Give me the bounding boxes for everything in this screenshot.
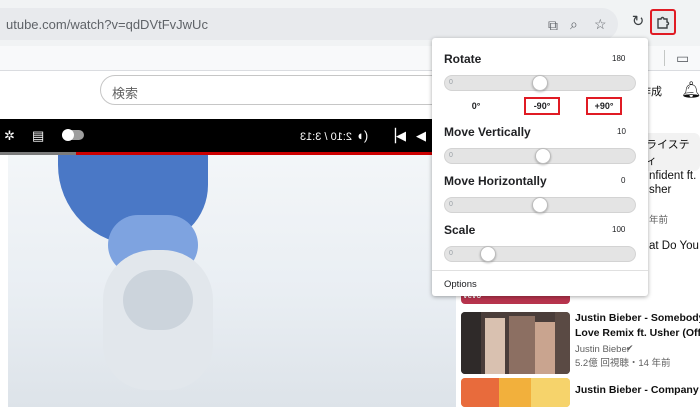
rotate-0-button[interactable]: 0°	[466, 99, 486, 113]
url-text[interactable]: utube.com/watch?v=qdDVtFvJwUc	[6, 17, 208, 32]
thumb-pixel	[461, 378, 499, 407]
rotate-min: 0	[449, 79, 453, 86]
thumb-pixel	[461, 312, 481, 374]
time-display: 2:10 / 3:13	[300, 131, 352, 143]
star-icon[interactable]: ☆	[594, 16, 607, 32]
thumb-pixel	[555, 312, 570, 374]
move-horizontally-slider[interactable]: 0	[444, 197, 636, 213]
move-vertically-slider[interactable]: 0	[444, 148, 636, 164]
play-icon[interactable]: ◀	[416, 128, 426, 144]
move-vertically-label: Move Vertically	[444, 125, 531, 139]
toggle-knob	[62, 129, 74, 141]
move-horizontally-slider-thumb[interactable]	[532, 197, 548, 213]
sidebar-title-2[interactable]: at Do You	[649, 240, 699, 252]
scale-min: 0	[449, 250, 453, 257]
move-vertically-min: 0	[449, 152, 453, 159]
options-link[interactable]: Options	[444, 279, 477, 290]
cast-icon[interactable]: ⧉	[548, 17, 558, 33]
folder-icon[interactable]: ▭	[676, 50, 689, 67]
sidebar-title-1a[interactable]: nfident ft.	[649, 170, 696, 182]
options-divider	[432, 270, 648, 271]
sidebar-thumbnail[interactable]	[461, 312, 570, 374]
scale-label: Scale	[444, 223, 476, 237]
sidebar-meta-3: 5.2億 回視聴・14 年前	[575, 358, 671, 369]
move-horizontally-label: Move Horizontally	[444, 174, 547, 188]
thumb-pixel	[509, 316, 535, 374]
rotate-slider[interactable]: 0	[444, 75, 636, 91]
move-vertically-slider-thumb[interactable]	[535, 148, 551, 164]
video-shape-shade	[123, 270, 193, 330]
thumb-pixel	[535, 322, 555, 374]
rotate-slider-thumb[interactable]	[532, 75, 548, 91]
sidebar-thumbnail-2[interactable]	[461, 378, 570, 407]
scale-value: 100	[612, 225, 626, 234]
volume-icon[interactable]: ◖)	[356, 128, 368, 144]
video-frame[interactable]	[8, 155, 456, 407]
move-vertically-value: 10	[617, 127, 626, 136]
video-adjust-popup: Rotate 180 0 0° -90° +90° Move Verticall…	[432, 38, 648, 296]
scale-slider-thumb[interactable]	[480, 246, 496, 262]
reload-icon[interactable]: ↻	[628, 14, 648, 34]
rotate-value: 180	[612, 54, 626, 63]
sidebar-title-4[interactable]: Justin Bieber - Company	[575, 384, 699, 396]
zoom-icon[interactable]: ⌕	[570, 16, 578, 32]
bell-icon[interactable]: 🔔︎	[681, 80, 700, 100]
extension-puzzle-icon[interactable]	[650, 9, 676, 35]
sidebar-channel-3[interactable]: Justin Bieber	[575, 344, 630, 355]
search-placeholder: 検索	[112, 86, 139, 101]
sidebar-title-1b[interactable]: sher	[649, 184, 671, 196]
thumb-pixel	[531, 378, 570, 407]
sidebar-title-3b[interactable]: Love Remix ft. Usher (Official	[575, 327, 700, 339]
settings-icon[interactable]: ✲	[4, 128, 15, 144]
sidebar-meta-1: 年前	[649, 215, 669, 226]
move-horizontally-value: 0	[621, 176, 626, 185]
previous-icon[interactable]: ▕◀	[386, 128, 406, 144]
rotate-label: Rotate	[444, 52, 482, 66]
scale-slider[interactable]: 0	[444, 246, 636, 262]
autoplay-toggle[interactable]	[62, 129, 84, 141]
filter-chip[interactable]: ライスティ	[640, 133, 700, 171]
subtitles-icon[interactable]: ▤	[32, 128, 44, 144]
move-horizontally-min: 0	[449, 201, 453, 208]
rotate-minus90-button[interactable]: -90°	[524, 97, 560, 115]
rotate-plus90-button[interactable]: +90°	[586, 97, 622, 115]
sidebar-title-3a[interactable]: Justin Bieber - Somebody To	[575, 312, 700, 324]
toolbar-divider	[664, 50, 665, 66]
search-input[interactable]	[100, 75, 440, 105]
verified-icon: ✔	[626, 343, 634, 353]
thumb-pixel	[485, 318, 505, 374]
